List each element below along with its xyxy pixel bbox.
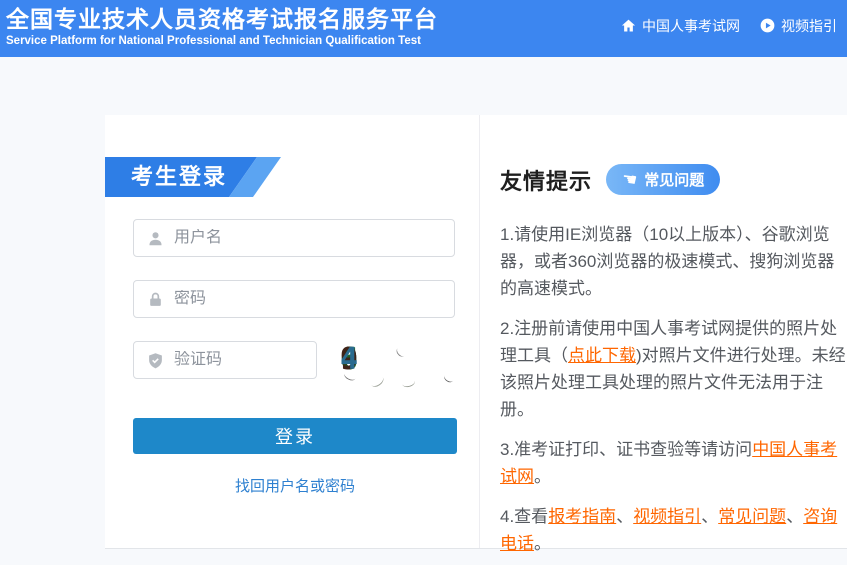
faq-button-label: 常见问题 (644, 169, 704, 190)
captcha-noise (443, 372, 456, 384)
captcha-digit: 4 (340, 342, 358, 377)
tip-text: 1.请使用IE浏览器（10以上版本）、谷歌浏览器，或者360浏览器的极速模式、搜… (500, 225, 834, 298)
tip-item: 4.查看报考指南、视频指引、常见问题、咨询电话。 (500, 503, 847, 557)
tip-item: 2.注册前请使用中国人事考试网提供的照片处理工具（点此下载)对照片文件进行处理。… (500, 315, 847, 423)
content-card: 考生登录 06094 登录 找回用户名或密码 (105, 115, 847, 549)
tip-text: 。 (534, 534, 551, 553)
tip-link[interactable]: 点此下载 (568, 346, 636, 365)
forgot-credentials-link[interactable]: 找回用户名或密码 (133, 475, 457, 496)
tip-link[interactable]: 报考指南 (548, 507, 616, 526)
nav-cpta-site-label: 中国人事考试网 (642, 16, 740, 36)
play-icon (760, 18, 775, 33)
tip-link[interactable]: 视频指引 (633, 507, 701, 526)
login-panel: 考生登录 06094 登录 找回用户名或密码 (105, 115, 480, 548)
user-icon (147, 230, 164, 247)
nav-cpta-site-link[interactable]: 中国人事考试网 (621, 16, 740, 36)
tip-item: 1.请使用IE浏览器（10以上版本）、谷歌浏览器，或者360浏览器的极速模式、搜… (500, 221, 847, 302)
captcha-input[interactable] (174, 351, 306, 369)
tip-text: 3.准考证打印、证书查验等请访问 (500, 440, 752, 459)
captcha-noise (368, 373, 385, 389)
page-title: 全国专业技术人员资格考试报名服务平台 (6, 4, 438, 34)
username-input[interactable] (174, 229, 444, 247)
captcha-noise (395, 346, 408, 359)
tip-link[interactable]: 常见问题 (718, 507, 786, 526)
tips-panel: 友情提示 ☚ 常见问题 1.请使用IE浏览器（10以上版本）、谷歌浏览器，或者3… (480, 115, 847, 548)
tip-text: 、 (786, 507, 803, 526)
app-header: 全国专业技术人员资格考试报名服务平台 Service Platform for … (0, 0, 847, 57)
password-field (133, 280, 455, 318)
tips-list: 1.请使用IE浏览器（10以上版本）、谷歌浏览器，或者360浏览器的极速模式、搜… (500, 221, 847, 557)
shield-check-icon (147, 352, 164, 369)
username-field (133, 219, 455, 257)
tip-text: 。 (534, 467, 551, 486)
captcha-noise (401, 376, 416, 388)
tips-title: 友情提示 (500, 164, 592, 196)
login-panel-title: 考生登录 (105, 157, 295, 197)
pointing-hand-icon: ☚ (621, 170, 638, 189)
tip-text: 、 (701, 507, 718, 526)
nav-video-guide-label: 视频指引 (781, 16, 837, 36)
tip-text: 4.查看 (500, 507, 548, 526)
home-icon (621, 18, 636, 33)
nav-video-guide-link[interactable]: 视频指引 (760, 16, 837, 36)
password-input[interactable] (174, 290, 444, 308)
faq-button[interactable]: ☚ 常见问题 (606, 164, 720, 195)
tip-text: 、 (616, 507, 633, 526)
captcha-image[interactable]: 06094 (340, 336, 458, 384)
page-body: 考生登录 06094 登录 找回用户名或密码 (0, 57, 847, 565)
lock-icon (147, 291, 164, 308)
captcha-field (133, 341, 317, 379)
login-button[interactable]: 登录 (133, 418, 457, 454)
page-subtitle: Service Platform for National Profession… (6, 34, 438, 49)
login-panel-ribbon: 考生登录 (105, 157, 295, 197)
tip-item: 3.准考证打印、证书查验等请访问中国人事考试网。 (500, 436, 847, 490)
